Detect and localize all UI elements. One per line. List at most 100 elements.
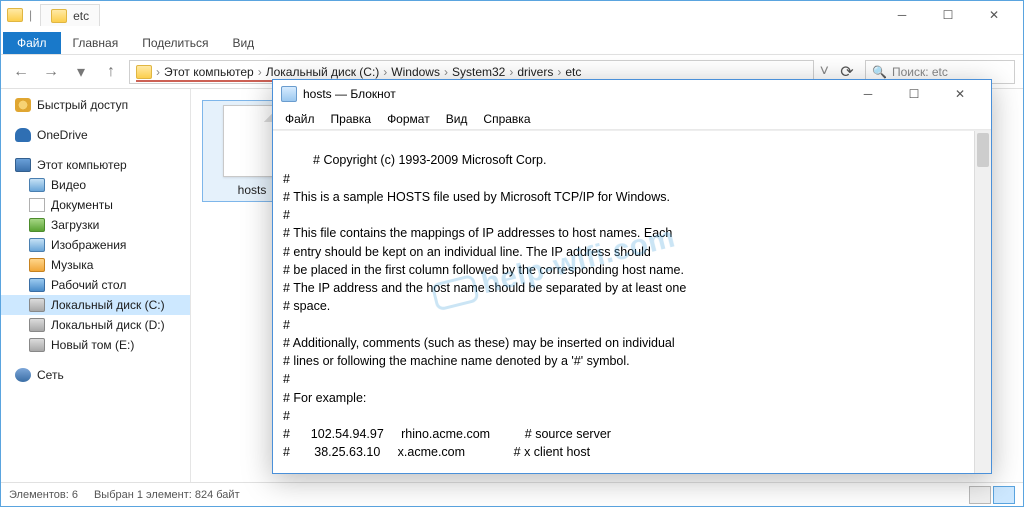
minimize-button[interactable]: ─ [879,1,925,29]
sidebar-item-music[interactable]: Музыка [1,255,190,275]
minimize-button[interactable]: ─ [845,80,891,108]
sidebar-item-pictures[interactable]: Изображения [1,235,190,255]
nav-up-button[interactable]: ↑ [99,60,123,84]
sidebar-item-label: Новый том (E:) [51,338,134,352]
nav-forward-button[interactable]: → [39,60,63,84]
sidebar-item-label: Быстрый доступ [37,98,128,112]
menu-format[interactable]: Формат [381,110,436,128]
window-controls: ─ ☐ ✕ [879,1,1017,29]
network-icon [15,368,31,382]
maximize-button[interactable]: ☐ [925,1,971,29]
notepad-window: hosts — Блокнот ─ ☐ ✕ Файл Правка Формат… [272,79,992,474]
pc-icon [15,158,31,172]
drive-icon [29,318,45,332]
chevron-right-icon: › [156,65,160,79]
close-button[interactable]: ✕ [971,1,1017,29]
notepad-icon [281,86,297,102]
sidebar-item-label: Сеть [37,368,64,382]
sidebar-item-label: Локальный диск (D:) [51,318,165,332]
sidebar-item-label: Этот компьютер [37,158,127,172]
menu-view[interactable]: Вид [440,110,474,128]
status-selected: Выбран 1 элемент: 824 байт [94,489,240,501]
quick-access-toolbar: | [7,8,32,22]
sidebar-item-desktop[interactable]: Рабочий стол [1,275,190,295]
ribbon-view-tab[interactable]: Вид [220,32,266,54]
cloud-icon [15,128,31,142]
sidebar-item-videos[interactable]: Видео [1,175,190,195]
breadcrumb-segment[interactable]: etc [565,65,581,79]
menu-help[interactable]: Справка [477,110,536,128]
sidebar-quick-access[interactable]: Быстрый доступ [1,95,190,115]
drive-icon [29,298,45,312]
view-details-button[interactable] [969,486,991,504]
scrollbar-thumb[interactable] [977,133,989,167]
sidebar-item-label: Загрузки [51,218,99,232]
pictures-icon [29,238,45,252]
sidebar-item-label: Изображения [51,238,126,252]
sidebar-item-drive-e[interactable]: Новый том (E:) [1,335,190,355]
folder-icon [7,8,23,22]
menu-file[interactable]: Файл [279,110,321,128]
sidebar-item-drive-d[interactable]: Локальный диск (D:) [1,315,190,335]
music-icon [29,258,45,272]
sidebar-this-pc[interactable]: Этот компьютер [1,155,190,175]
window-controls: ─ ☐ ✕ [845,80,983,108]
documents-icon [29,198,45,212]
folder-icon [51,9,67,23]
sidebar-network[interactable]: Сеть [1,365,190,385]
search-icon: 🔍 [872,65,887,79]
menu-edit[interactable]: Правка [325,110,378,128]
star-icon [15,98,31,112]
breadcrumb-segment[interactable]: drivers [517,65,553,79]
window-tab-label: etc [40,4,100,26]
drive-icon [29,338,45,352]
close-button[interactable]: ✕ [937,80,983,108]
downloads-icon [29,218,45,232]
sidebar-item-label: Видео [51,178,86,192]
search-placeholder: Поиск: etc [892,65,948,79]
sidebar-item-label: Документы [51,198,113,212]
notepad-title-text: hosts — Блокнот [303,87,396,101]
qat-divider: | [29,8,32,22]
sidebar-item-label: Рабочий стол [51,278,126,292]
breadcrumb-segment[interactable]: Windows [391,65,440,79]
vertical-scrollbar[interactable] [974,131,991,473]
sidebar-item-downloads[interactable]: Загрузки [1,215,190,235]
chevron-right-icon: › [557,65,561,79]
breadcrumb-segment[interactable]: System32 [452,65,505,79]
maximize-button[interactable]: ☐ [891,80,937,108]
chevron-right-icon: › [383,65,387,79]
nav-history-button[interactable]: ▾ [69,60,93,84]
ribbon-home-tab[interactable]: Главная [61,32,131,54]
status-bar: Элементов: 6 Выбран 1 элемент: 824 байт [1,482,1023,506]
breadcrumb-segment[interactable]: Этот компьютер [164,65,254,79]
sidebar-item-label: OneDrive [37,128,88,142]
chevron-right-icon: › [509,65,513,79]
nav-back-button[interactable]: ← [9,60,33,84]
view-icons-button[interactable] [993,486,1015,504]
sidebar-item-drive-c[interactable]: Локальный диск (C:) [1,295,190,315]
sidebar-item-label: Локальный диск (C:) [51,298,165,312]
folder-icon [136,65,152,79]
ribbon-share-tab[interactable]: Поделиться [130,32,220,54]
ribbon-tabs: Файл Главная Поделиться Вид [1,29,1023,55]
chevron-right-icon: › [444,65,448,79]
chevron-right-icon: › [258,65,262,79]
sidebar-onedrive[interactable]: OneDrive [1,125,190,145]
tab-text: etc [73,9,89,23]
notepad-text-area[interactable]: # Copyright (c) 1993-2009 Microsoft Corp… [273,130,991,473]
notepad-titlebar[interactable]: hosts — Блокнот ─ ☐ ✕ [273,80,991,108]
sidebar-item-label: Музыка [51,258,93,272]
breadcrumb-segment[interactable]: Локальный диск (C:) [266,65,380,79]
status-item-count: Элементов: 6 [9,489,78,501]
notepad-menu-bar: Файл Правка Формат Вид Справка [273,108,991,130]
view-mode-buttons [969,486,1015,504]
sidebar-item-documents[interactable]: Документы [1,195,190,215]
desktop-icon [29,278,45,292]
ribbon-file-tab[interactable]: Файл [3,32,61,54]
breadcrumb-dropdown-icon[interactable]: ˅ [820,63,829,81]
notepad-content: # Copyright (c) 1993-2009 Microsoft Corp… [283,153,686,473]
navigation-pane[interactable]: Быстрый доступ OneDrive Этот компьютер В… [1,89,191,482]
explorer-titlebar[interactable]: | etc ─ ☐ ✕ [1,1,1023,29]
videos-icon [29,178,45,192]
